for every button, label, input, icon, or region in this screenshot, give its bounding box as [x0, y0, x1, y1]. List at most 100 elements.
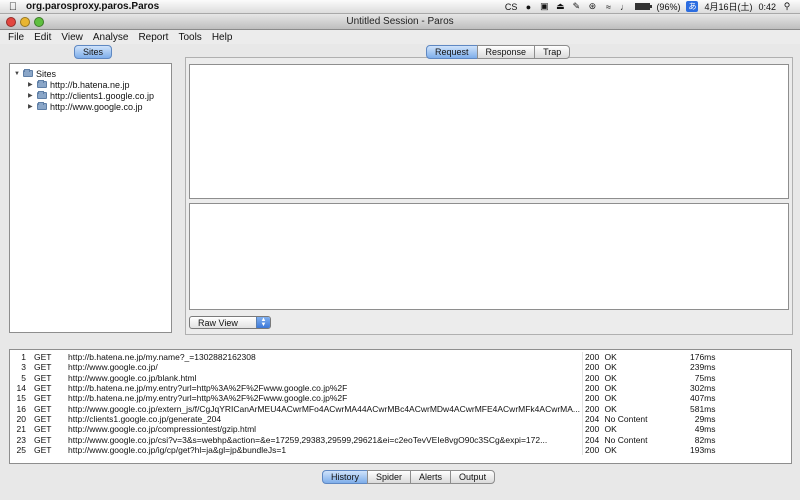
bottom-tabbar: History Spider Alerts Output — [322, 470, 496, 484]
clock-time[interactable]: 0:42 — [758, 2, 776, 12]
history-cell-reason: OK — [604, 383, 617, 394]
history-cell-method: GET — [34, 352, 52, 363]
expand-down-icon[interactable]: ▼ — [14, 71, 23, 77]
tree-item-site[interactable]: ▶ http://www.google.co.jp — [14, 101, 154, 112]
history-cell-code: 200 — [582, 393, 603, 404]
app-name-menu[interactable]: org.parosproxy.paros.Paros — [26, 1, 159, 12]
expand-right-icon[interactable]: ▶ — [28, 81, 37, 88]
history-cell-code: 200 — [582, 424, 603, 435]
history-cell-id: 20 — [16, 413, 26, 424]
history-cell-method: GET — [34, 434, 52, 445]
history-cell-method: GET — [34, 403, 52, 414]
table-row[interactable]: 20 GET http://clients1.google.co.jp/genera… — [10, 413, 718, 425]
tab-trap[interactable]: Trap — [534, 45, 571, 59]
tab-request[interactable]: Request — [426, 45, 478, 59]
tab-response[interactable]: Response — [476, 45, 536, 59]
window-titlebar: Untitled Session - Paros — [0, 14, 800, 30]
history-cell-time: 302ms — [690, 383, 716, 394]
menu-report[interactable]: Report — [134, 32, 174, 43]
history-cell-url: http://clients1.google.co.jp/generate_20… — [68, 413, 222, 424]
folder-icon — [37, 80, 47, 88]
history-cell-id: 3 — [21, 362, 26, 373]
request-body-textarea[interactable] — [189, 203, 789, 310]
history-cell-code: 204 — [582, 413, 603, 425]
history-cell-reason: OK — [604, 393, 617, 404]
table-row[interactable]: 14 GET http://b.hatena.ne.jp/my.entry?url=… — [10, 382, 718, 394]
view-mode-value: Raw View — [198, 317, 238, 328]
tab-output[interactable]: Output — [450, 470, 496, 484]
tree-root[interactable]: ▼ Sites — [14, 68, 154, 79]
table-row[interactable]: 25 GET http://www.google.co.jp/ig/cp/get?h… — [10, 444, 718, 455]
globe-icon[interactable]: ● — [523, 2, 533, 12]
history-cell-reason: OK — [604, 403, 617, 414]
input-method-icon[interactable]: あ — [686, 1, 699, 12]
table-row[interactable]: 3 GET http://www.google.co.jp/200 OK 239ms — [10, 362, 718, 373]
eject-icon[interactable]: ⏏ — [555, 1, 565, 12]
tree-item-label: http://clients1.google.co.jp — [50, 90, 155, 101]
bluetooth-icon[interactable]: ⊛ — [587, 1, 597, 12]
window-title: Untitled Session - Paros — [346, 16, 454, 27]
expand-right-icon[interactable]: ▶ — [28, 92, 37, 99]
history-panel: 1 GET http://b.hatena.ne.jp/my.name?_=1302… — [9, 349, 792, 464]
history-cell-method: GET — [34, 383, 52, 394]
sites-tabbar: Sites — [74, 45, 113, 59]
status-area: CS ● ▣ ⏏ ✎ ⊛ ≈ ♩ (96%) あ 4月16日(土) 0:42 ⚲ — [505, 0, 800, 13]
folder-icon — [37, 102, 47, 110]
cs-status-icon[interactable]: CS — [505, 2, 518, 12]
table-row[interactable]: 15 GET http://b.hatena.ne.jp/my.entry?url=… — [10, 393, 718, 404]
select-arrows-icon: ▲ ▼ — [256, 317, 270, 328]
history-cell-reason: OK — [604, 372, 617, 383]
table-row[interactable]: 23 GET http://www.google.co.jp/csi?v=3&s=w… — [10, 434, 718, 445]
history-cell-method: GET — [34, 372, 52, 383]
display-icon[interactable]: ▣ — [539, 1, 549, 12]
table-row[interactable]: 16 GET http://www.google.co.jp/extern_js/f… — [10, 403, 718, 414]
tab-sites[interactable]: Sites — [74, 45, 113, 59]
history-cell-reason: OK — [604, 444, 617, 455]
tree-item-site[interactable]: ▶ http://clients1.google.co.jp — [14, 90, 154, 101]
history-cell-url: http://b.hatena.ne.jp/my.entry?url=http%… — [68, 393, 348, 404]
history-cell-url: http://www.google.co.jp/ig/cp/get?hl=ja&… — [68, 444, 287, 455]
history-cell-reason: OK — [604, 352, 617, 363]
history-cell-code: 200 — [582, 352, 603, 363]
expand-right-icon[interactable]: ▶ — [28, 103, 37, 110]
menu-file[interactable]: File — [4, 32, 30, 43]
request-header-textarea[interactable] — [189, 64, 789, 199]
history-cell-id: 5 — [21, 372, 26, 383]
table-row[interactable]: 21 GET http://www.google.co.jp/compression… — [10, 424, 718, 435]
table-row[interactable]: 5 GET http://www.google.co.jp/blank.html 20… — [10, 372, 718, 383]
history-cell-code: 200 — [582, 444, 603, 455]
wifi-icon[interactable]: ≈ — [603, 2, 613, 12]
table-row[interactable]: 1 GET http://b.hatena.ne.jp/my.name?_=1302… — [10, 352, 718, 363]
spotlight-search-icon[interactable]: ⚲ — [782, 1, 792, 12]
menu-analyse[interactable]: Analyse — [89, 32, 135, 43]
menu-view[interactable]: View — [57, 32, 89, 43]
history-cell-time: 176ms — [690, 352, 716, 363]
volume-icon[interactable]: ♩ — [619, 2, 629, 12]
history-cell-time: 75ms — [694, 372, 716, 383]
history-cell-url: http://www.google.co.jp/csi?v=3&s=webhp&… — [68, 434, 548, 445]
apple-menu-icon[interactable]:  — [0, 1, 26, 13]
history-cell-time: 407ms — [690, 393, 716, 404]
history-cell-id: 1 — [21, 352, 26, 363]
history-cell-method: GET — [34, 444, 52, 455]
clock-date[interactable]: 4月16日(土) — [704, 0, 752, 13]
history-cell-reason: OK — [604, 424, 617, 435]
tab-alerts[interactable]: Alerts — [410, 470, 452, 484]
history-cell-code: 200 — [582, 382, 603, 394]
tab-history[interactable]: History — [322, 470, 369, 484]
view-mode-select[interactable]: Raw View ▲ ▼ — [189, 316, 271, 329]
folder-icon — [23, 69, 33, 77]
history-table: 1 GET http://b.hatena.ne.jp/my.name?_=1302… — [10, 352, 718, 455]
system-menubar:  org.parosproxy.paros.Paros CS ● ▣ ⏏ ✎ … — [0, 0, 800, 14]
tree-item-label: http://www.google.co.jp — [50, 101, 143, 112]
evernote-icon[interactable]: ✎ — [571, 1, 581, 12]
menu-help[interactable]: Help — [208, 32, 239, 43]
history-cell-url: http://www.google.co.jp/blank.html — [68, 372, 197, 383]
menu-tools[interactable]: Tools — [174, 32, 207, 43]
history-cell-id: 14 — [16, 383, 26, 394]
battery-icon[interactable] — [635, 3, 653, 10]
tree-item-site[interactable]: ▶ http://b.hatena.ne.jp — [14, 79, 154, 90]
history-cell-time: 82ms — [694, 434, 716, 445]
menu-edit[interactable]: Edit — [30, 32, 57, 43]
tab-spider[interactable]: Spider — [367, 470, 412, 484]
